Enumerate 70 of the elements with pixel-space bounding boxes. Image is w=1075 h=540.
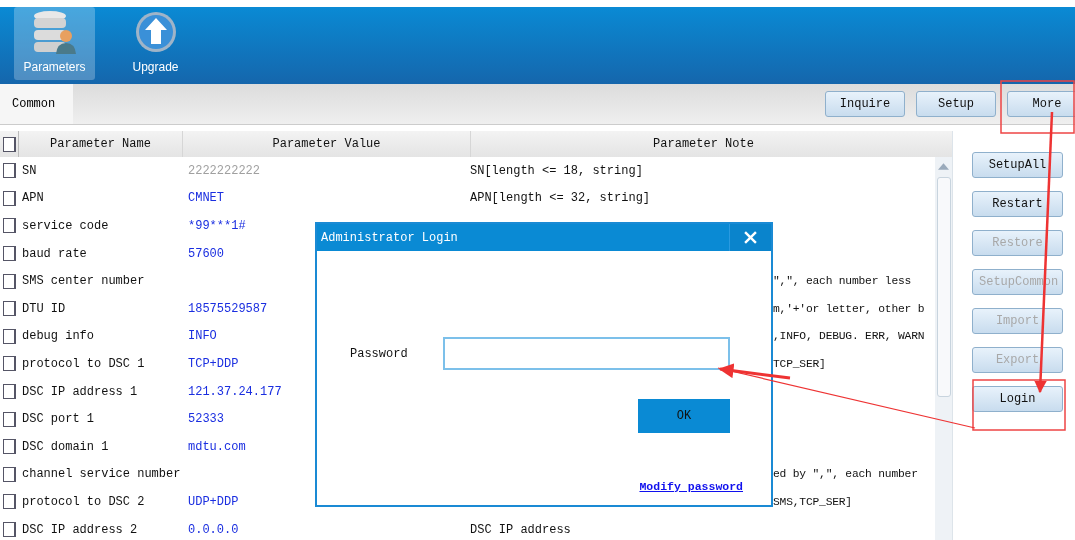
checkbox[interactable] bbox=[2, 494, 16, 510]
table-cell: ,INFO, DEBUG. ERR, WARN bbox=[773, 330, 925, 343]
table-cell: m,'+'or letter, other b bbox=[773, 302, 925, 315]
table-cell: 121.37.24.177 bbox=[188, 384, 282, 399]
table-cell: ed by ",", each number bbox=[773, 468, 918, 481]
table-cell: SN bbox=[22, 163, 37, 178]
table-cell: TCP+DDP bbox=[188, 356, 239, 371]
table-cell: protocol to DSC 2 bbox=[22, 494, 145, 509]
checkbox[interactable] bbox=[2, 190, 16, 206]
table-cell: UDP+DDP bbox=[188, 494, 239, 509]
checkbox[interactable] bbox=[2, 466, 16, 482]
table-cell: SMS center number bbox=[22, 274, 145, 289]
checkbox[interactable] bbox=[2, 356, 16, 372]
ok-button[interactable]: OK bbox=[638, 399, 730, 433]
table-cell: DTU ID bbox=[22, 301, 66, 316]
scroll-thumb[interactable] bbox=[937, 177, 951, 397]
table-cell: 52333 bbox=[188, 412, 224, 427]
table-cell: CMNET bbox=[188, 191, 224, 206]
table-cell: DSC port 1 bbox=[22, 412, 94, 427]
modify-password-link[interactable]: Modify password bbox=[639, 480, 743, 493]
action-button[interactable]: More bbox=[1007, 91, 1075, 117]
password-label: Password bbox=[349, 346, 409, 361]
checkbox[interactable] bbox=[2, 218, 16, 234]
toolbar-button[interactable]: Upgrade bbox=[115, 7, 196, 80]
checkbox[interactable] bbox=[2, 136, 16, 152]
table-cell: 18575529587 bbox=[188, 301, 268, 316]
table-cell: TCP_SER] bbox=[773, 357, 826, 370]
close-icon bbox=[744, 231, 757, 244]
dialog-title: Administrator Login bbox=[320, 230, 458, 245]
checkbox[interactable] bbox=[2, 439, 16, 455]
table-cell: 0.0.0.0 bbox=[188, 522, 239, 537]
table-cell: INFO bbox=[188, 329, 217, 344]
side-button[interactable]: Restart bbox=[972, 191, 1063, 217]
scrollbar[interactable] bbox=[935, 157, 952, 540]
table-cell: baud rate bbox=[22, 246, 87, 261]
table-cell: ",", each number less bbox=[773, 275, 912, 288]
table-cell: mdtu.com bbox=[188, 439, 246, 454]
table-cell: SN[length <= 18, string] bbox=[470, 163, 643, 178]
checkbox[interactable] bbox=[2, 522, 16, 537]
checkbox[interactable] bbox=[2, 163, 16, 179]
table-cell: APN bbox=[22, 191, 44, 206]
table-cell: channel service number bbox=[22, 467, 181, 482]
table-cell: 2222222222 bbox=[188, 163, 260, 178]
table-cell: DSC domain 1 bbox=[22, 439, 109, 454]
action-button[interactable]: Setup bbox=[916, 91, 996, 117]
table-cell: DSC IP address 1 bbox=[22, 384, 138, 399]
table-cell: debug info bbox=[22, 329, 94, 344]
checkbox[interactable] bbox=[2, 411, 16, 427]
checkbox[interactable] bbox=[2, 328, 16, 344]
checkbox[interactable] bbox=[2, 273, 16, 289]
column-header: Parameter Name bbox=[18, 131, 182, 157]
table-cell: service code bbox=[22, 219, 109, 233]
table-cell: DSC IP address bbox=[470, 522, 571, 537]
tab[interactable]: Common bbox=[0, 84, 73, 124]
table-cell: APN[length <= 32, string] bbox=[470, 191, 651, 206]
table-cell: *99***1# bbox=[188, 219, 246, 233]
checkbox[interactable] bbox=[2, 246, 16, 262]
checkbox[interactable] bbox=[2, 384, 16, 400]
side-button[interactable]: SetupAll bbox=[972, 152, 1063, 178]
table-cell: protocol to DSC 1 bbox=[22, 356, 145, 371]
column-header: Parameter Note bbox=[470, 131, 936, 157]
checkbox[interactable] bbox=[2, 301, 16, 317]
password-field[interactable] bbox=[443, 337, 730, 370]
side-button[interactable]: Login bbox=[972, 386, 1063, 412]
close-button[interactable] bbox=[729, 224, 771, 251]
column-header: Parameter Value bbox=[182, 131, 470, 157]
action-button[interactable]: Inquire bbox=[825, 91, 905, 117]
table-cell: DSC IP address 2 bbox=[22, 522, 138, 537]
table-cell: SMS,TCP_SER] bbox=[773, 495, 852, 508]
table-cell: 57600 bbox=[188, 246, 224, 261]
